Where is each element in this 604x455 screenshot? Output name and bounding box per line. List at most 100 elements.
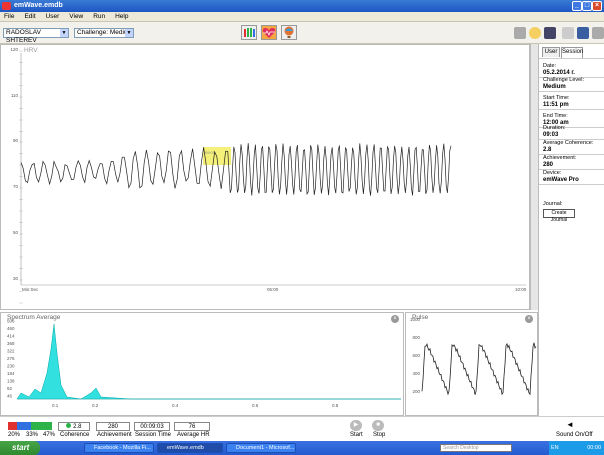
challenge-select[interactable]: Challenge: Medium ▼	[74, 28, 134, 38]
journal-label: Journal:	[543, 201, 563, 207]
create-journal-button[interactable]: Create Journal	[543, 209, 575, 223]
pulse-y-tick: 400	[412, 371, 420, 376]
session-field-value: Medium	[543, 84, 566, 90]
mode-heart-button[interactable]	[261, 25, 277, 40]
menu-edit[interactable]: Edit	[20, 12, 39, 22]
task-firefox[interactable]: Facebook - Mozilla Fi...	[84, 443, 154, 453]
achievement-label: Achievement	[97, 432, 132, 438]
system-tray: EN 00:00	[549, 441, 604, 455]
hrv-chart: 12011090705030 09:03 Min:Sec 05:00 10:00	[10, 47, 527, 304]
pct-low: 20%	[8, 432, 21, 438]
spectrum-area	[16, 323, 401, 400]
pct-high: 47%	[43, 432, 56, 438]
toolbar: RADOSLAV SHTEREV ▼ Challenge: Medium ▼	[0, 22, 604, 44]
spectrum-y-tick: 230	[7, 364, 15, 369]
cloud-sync-icon[interactable]	[514, 27, 526, 39]
tab-session[interactable]: Session	[561, 47, 583, 58]
session-field-value: 09:03	[543, 132, 559, 138]
spectrum-y-tick: 92	[7, 386, 13, 391]
task-word[interactable]: Document1 - Microsof...	[226, 443, 296, 453]
book-icon[interactable]	[577, 27, 589, 39]
sound-label[interactable]: Sound On/Off	[556, 432, 593, 438]
spectrum-x-tick: 0.6	[252, 403, 259, 408]
coherence-value: 2.8	[73, 424, 82, 430]
maximize-button[interactable]: □	[582, 1, 592, 11]
user-select-value: RADOSLAV SHTEREV	[6, 29, 41, 44]
device-icon[interactable]	[544, 27, 556, 39]
spectrum-x-tick: 0.2	[92, 403, 99, 408]
clock: 00:00	[587, 445, 601, 451]
coherence-box: 2.8	[58, 422, 90, 431]
window-title: emWave.emdb	[14, 2, 63, 9]
mode-bars-button[interactable]	[241, 25, 257, 40]
menu-file[interactable]: File	[0, 12, 18, 22]
session-time-box: 00:09:03	[134, 422, 170, 431]
session-side-panel: User Session Date: 05.2.2014 г. Challenge …	[538, 44, 604, 416]
task-emwave[interactable]: emWave.emdb	[157, 443, 223, 453]
session-field: Date: 05.2.2014 г.	[543, 63, 575, 77]
pulse-y-tick: 800	[412, 335, 420, 340]
session-field: Device: emWave Pro	[543, 170, 579, 184]
spectrum-x-tick: 0.4	[172, 403, 179, 408]
pulse-y-tick: 600	[412, 353, 420, 358]
menu-view[interactable]: View	[65, 12, 87, 22]
session-field: Duration: 09:03	[543, 125, 565, 139]
start-label[interactable]: Start	[350, 432, 363, 438]
mode-balloon-button[interactable]	[281, 25, 297, 40]
session-field-label: Start Time:	[543, 95, 570, 101]
chevron-down-icon[interactable]	[529, 27, 541, 39]
x-tick-1000: 10:00	[515, 287, 527, 292]
desktop-search-input[interactable]: Search Desktop	[440, 444, 512, 452]
spectrum-y-tick: 414	[7, 334, 15, 339]
start-button[interactable]: start	[0, 441, 40, 455]
spectrum-y-tick: 276	[7, 356, 15, 361]
pulse-trace	[421, 342, 537, 396]
avg-hr-label: Average HR	[177, 432, 210, 438]
pulse-y-tick: 200	[412, 389, 420, 394]
session-field-label: Duration:	[543, 125, 566, 131]
close-button[interactable]: ×	[592, 1, 602, 11]
hrv-scrollbar[interactable]	[530, 44, 538, 310]
help-icon[interactable]	[592, 27, 604, 39]
stop-icon[interactable]: ■	[372, 420, 384, 431]
menu-bar: File Edit User View Run Help	[0, 12, 604, 22]
hrv-trace	[20, 143, 452, 196]
search-icon[interactable]	[562, 27, 574, 39]
menu-help[interactable]: Help	[111, 12, 132, 22]
spectrum-y-tick: 184	[7, 371, 15, 376]
avg-hr-box: 76	[174, 422, 210, 431]
start-play-icon[interactable]: ▶	[350, 420, 362, 431]
session-field: Average Coherence: 2.8	[543, 140, 593, 154]
speaker-icon[interactable]: ◄	[566, 420, 574, 429]
session-field-value: 2.8	[543, 147, 552, 153]
hrv-y-tick: 50	[13, 230, 19, 235]
balloon-icon	[284, 26, 294, 38]
session-field-label: Date:	[543, 63, 557, 69]
stop-label[interactable]: Stop	[373, 432, 385, 438]
language-indicator[interactable]: EN	[551, 445, 559, 451]
pct-med: 33%	[26, 432, 39, 438]
spectrum-y-tick: 138	[7, 379, 15, 384]
session-field-value: 05.2.2014 г.	[543, 70, 575, 76]
session-field: Challenge Level: Medium	[543, 77, 584, 91]
session-field-label: Challenge Level:	[543, 77, 584, 83]
hrv-y-tick: 70	[13, 184, 19, 189]
session-time-label: Session Time	[135, 432, 172, 438]
taskbar: start Facebook - Mozilla Fi... emWave.em…	[0, 441, 604, 455]
spectrum-y-tick: 460	[7, 326, 15, 331]
achievement-box: 280	[96, 422, 130, 431]
coherence-ratio-bar	[8, 422, 52, 430]
tab-user[interactable]: User	[542, 47, 560, 57]
session-field: Start Time: 11:51 pm	[543, 95, 570, 109]
menu-run[interactable]: Run	[89, 12, 109, 22]
spectrum-y-tick: 506	[7, 319, 15, 324]
x-tick-minsec: Min:Sec	[22, 287, 39, 292]
user-select[interactable]: RADOSLAV SHTEREV ▼	[3, 28, 69, 44]
session-field-label: Average Coherence:	[543, 140, 594, 146]
x-tick-0500: 05:00	[267, 287, 279, 292]
hrv-y-tick: 110	[11, 93, 19, 98]
menu-user[interactable]: User	[42, 12, 64, 22]
minimize-button[interactable]: _	[572, 1, 582, 11]
pulse-y-tick: 1000	[410, 317, 421, 322]
hrv-y-tick: 120	[10, 47, 18, 52]
